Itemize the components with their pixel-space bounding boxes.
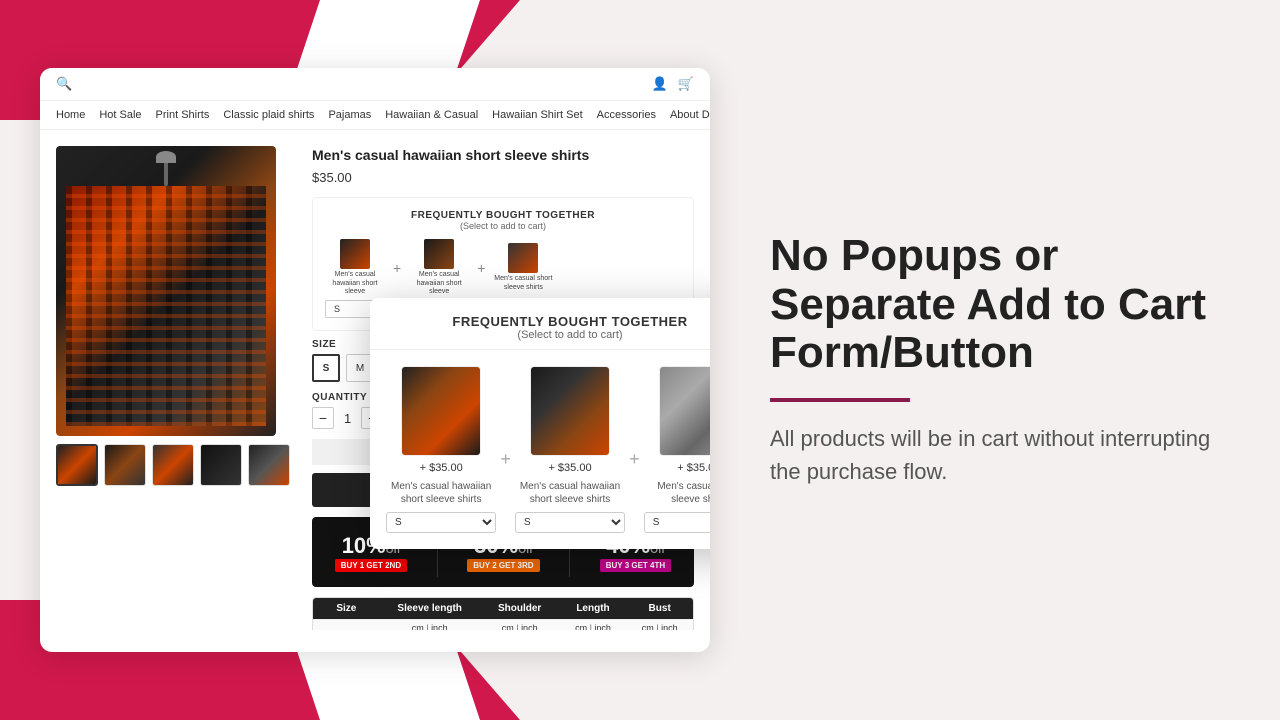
discount-label-2: BUY 2 GET 3RD xyxy=(467,559,539,572)
thumbnail-1[interactable] xyxy=(56,444,98,486)
size-chart: Size Sleeve length Shoulder Length Bust … xyxy=(312,597,694,630)
nav-hawaiian-casual[interactable]: Hawaiian & Casual xyxy=(385,109,478,121)
fbt-inline-title: FREQUENTLY BOUGHT TOGETHER xyxy=(325,210,681,221)
fbt-inline-name-3: Men's casual short sleeve shirts xyxy=(493,275,553,292)
fbt-inline-item-2: Men's casual hawaiian short sleeve xyxy=(409,239,469,296)
fbt-popup-select-3[interactable]: SMLXL xyxy=(644,512,710,533)
fbt-popup-img-1 xyxy=(401,366,481,456)
col-length: Length xyxy=(560,598,627,619)
fbt-inline-item-1: Men's casual hawaiian short sleeve xyxy=(325,239,385,296)
fbt-plus-2: + xyxy=(477,260,485,276)
fbt-popup-header: FREQUENTLY BOUGHT TOGETHER (Select to ad… xyxy=(370,298,710,350)
nav-hot-sale[interactable]: Hot Sale xyxy=(99,109,141,121)
product-title: Men's casual hawaiian short sleeve shirt… xyxy=(312,146,694,164)
thumbnail-2[interactable] xyxy=(104,444,146,486)
unit-shoulder-inch[interactable]: inch xyxy=(521,623,538,630)
user-icon[interactable]: 👤 xyxy=(652,76,668,92)
unit-length-cm[interactable]: cm xyxy=(575,623,587,630)
unit-length-inch[interactable]: inch xyxy=(594,623,611,630)
nav-hawaiian-set[interactable]: Hawaiian Shirt Set xyxy=(492,109,583,121)
fbt-popup-img-2 xyxy=(530,366,610,456)
unit-sleeve-cm[interactable]: cm xyxy=(412,623,424,630)
store-window: 🔍 👤 🛒 Home Hot Sale Print Shirts Classic… xyxy=(40,68,710,652)
thumbnail-3[interactable] xyxy=(152,444,194,486)
product-images xyxy=(56,146,296,630)
thumbnail-4[interactable] xyxy=(200,444,242,486)
fbt-popup-subtitle: (Select to add to cart) xyxy=(386,329,710,341)
fbt-plus-1: + xyxy=(393,260,401,276)
fbt-inline-items: Men's casual hawaiian short sleeve + Men… xyxy=(325,239,681,296)
unit-bust-inch[interactable]: inch xyxy=(661,623,678,630)
store-panel: 🔍 👤 🛒 Home Hot Sale Print Shirts Classic… xyxy=(0,0,730,720)
fbt-popup-name-3: Men's casual short sleeve shirts xyxy=(644,480,710,506)
fbt-inline-img-3 xyxy=(508,243,538,273)
fbt-popup-item-2: + $35.00 Men's casual hawaiian short sle… xyxy=(515,366,625,533)
right-panel: No Popups or Separate Add to Cart Form/B… xyxy=(730,0,1280,720)
headline: No Popups or Separate Add to Cart Form/B… xyxy=(770,232,1220,377)
fbt-popup-items: + $35.00 Men's casual hawaiian short sle… xyxy=(370,350,710,549)
product-price: $35.00 xyxy=(312,170,694,185)
fbt-popup-plus-1: + xyxy=(500,429,511,470)
nav-classic-plaid[interactable]: Classic plaid shirts xyxy=(223,109,314,121)
fbt-popup-name-2: Men's casual hawaiian short sleeve shirt… xyxy=(515,480,625,506)
col-size: Size xyxy=(313,598,380,619)
unit-sleeve-inch[interactable]: inch xyxy=(431,623,448,630)
fbt-popup-price-3: + $35.00 xyxy=(677,462,710,474)
quantity-decrease[interactable]: − xyxy=(312,407,334,429)
unit-sleeve: cm | inch xyxy=(380,620,480,630)
fbt-popup-title: FREQUENTLY BOUGHT TOGETHER xyxy=(386,314,710,329)
unit-bust-cm[interactable]: cm xyxy=(642,623,654,630)
size-chart-header: Size Sleeve length Shoulder Length Bust xyxy=(313,598,693,619)
fbt-popup-select-1[interactable]: SMLXL xyxy=(386,512,496,533)
fbt-inline-name-1: Men's casual hawaiian short sleeve xyxy=(325,271,385,296)
col-shoulder: Shoulder xyxy=(480,598,560,619)
unit-bust: cm | inch xyxy=(626,620,693,630)
fbt-inline-img-1 xyxy=(340,239,370,269)
fbt-popup-item-3: + $35.00 Men's casual short sleeve shirt… xyxy=(644,366,710,533)
fbt-inline-item-3: Men's casual short sleeve shirts xyxy=(493,243,553,292)
fbt-popup-select-2[interactable]: SMLXL xyxy=(515,512,625,533)
cart-icon[interactable]: 🛒 xyxy=(678,76,694,92)
nav-pajamas[interactable]: Pajamas xyxy=(328,109,371,121)
fbt-popup-plus-2: + xyxy=(629,429,640,470)
subtext: All products will be in cart without int… xyxy=(770,422,1220,488)
fbt-popup-item-1: + $35.00 Men's casual hawaiian short sle… xyxy=(386,366,496,533)
unit-shoulder: cm | inch xyxy=(480,620,560,630)
fbt-popup-price-1: + $35.00 xyxy=(420,462,463,474)
discount-label-1: BUY 1 GET 2ND xyxy=(335,559,407,572)
product-main-image xyxy=(56,146,276,436)
main-content: 🔍 👤 🛒 Home Hot Sale Print Shirts Classic… xyxy=(0,0,1280,720)
unit-length: cm | inch xyxy=(560,620,627,630)
size-s[interactable]: S xyxy=(312,354,340,382)
unit-shoulder-cm[interactable]: cm xyxy=(502,623,514,630)
fbt-inline-img-2 xyxy=(424,239,454,269)
nav-accessories[interactable]: Accessories xyxy=(597,109,656,121)
search-icon[interactable]: 🔍 xyxy=(56,76,72,92)
thumbnail-5[interactable] xyxy=(248,444,290,486)
fbt-popup-img-3 xyxy=(659,366,710,456)
fbt-inline-subtitle: (Select to add to cart) xyxy=(325,221,681,231)
col-bust: Bust xyxy=(626,598,693,619)
col-sleeve: Sleeve length xyxy=(380,598,480,619)
nav-home[interactable]: Home xyxy=(56,109,85,121)
nav-about[interactable]: About Doruman xyxy=(670,109,710,121)
discount-label-3: BUY 3 GET 4TH xyxy=(600,559,671,572)
nav-print-shirts[interactable]: Print Shirts xyxy=(156,109,210,121)
store-nav: Home Hot Sale Print Shirts Classic plaid… xyxy=(40,101,710,130)
fbt-popup-name-1: Men's casual hawaiian short sleeve shirt… xyxy=(386,480,496,506)
size-chart-units: cm | inch cm | inch cm | inch cm | inch xyxy=(313,619,693,630)
headline-divider xyxy=(770,398,910,402)
shirt-pattern xyxy=(66,186,266,426)
product-thumbnails xyxy=(56,444,296,486)
unit-size xyxy=(313,620,380,630)
quantity-value: 1 xyxy=(344,411,351,426)
store-header: 🔍 👤 🛒 xyxy=(40,68,710,101)
header-icons: 👤 🛒 xyxy=(652,76,694,92)
fbt-popup: FREQUENTLY BOUGHT TOGETHER (Select to ad… xyxy=(370,298,710,549)
fbt-inline-name-2: Men's casual hawaiian short sleeve xyxy=(409,271,469,296)
fbt-popup-price-2: + $35.00 xyxy=(548,462,591,474)
